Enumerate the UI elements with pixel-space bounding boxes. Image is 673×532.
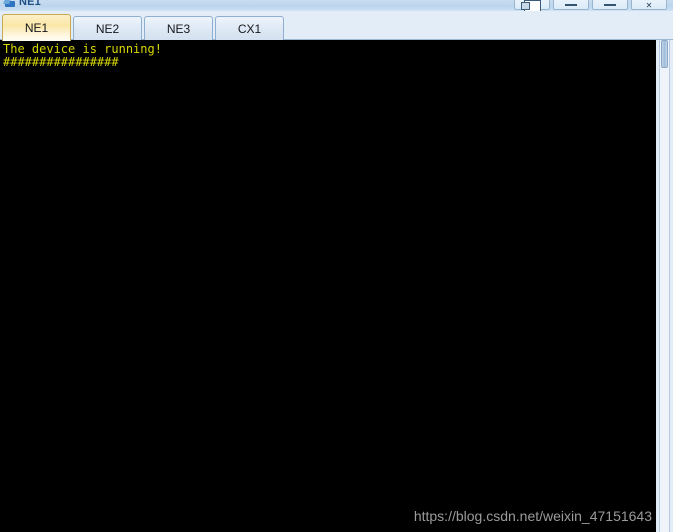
tab-cx1[interactable]: CX1 (215, 16, 284, 41)
panel-right-edge (656, 11, 673, 40)
tab-list: NE1 NE2 NE3 CX1 (2, 14, 284, 41)
console-output: The device is running! ################ (3, 43, 162, 69)
title-bar: NE1 ✕ (0, 0, 673, 11)
console-line: ################ (3, 55, 119, 69)
tab-label: NE1 (24, 21, 49, 35)
tab-label: NE3 (166, 22, 191, 36)
tab-ne1[interactable]: NE1 (2, 14, 71, 41)
close-icon: ✕ (645, 1, 653, 10)
application-window: NE1 ✕ NE1 NE2 NE3 CX1 The device is runn… (0, 0, 673, 532)
maximize-button[interactable] (592, 0, 628, 10)
watermark-text: https://blog.csdn.net/weixin_47151643 (413, 508, 652, 524)
window-controls: ✕ (514, 0, 667, 11)
restore-button[interactable] (514, 0, 550, 11)
tab-ne2[interactable]: NE2 (73, 16, 142, 41)
tab-label: NE2 (95, 22, 120, 36)
window-title: NE1 (19, 0, 41, 8)
tab-label: CX1 (237, 22, 262, 36)
tab-ne3[interactable]: NE3 (144, 16, 213, 41)
network-element-icon (3, 0, 17, 9)
vertical-scrollbar[interactable] (659, 40, 670, 532)
close-button[interactable]: ✕ (631, 0, 667, 10)
terminal-console[interactable]: The device is running! ################ h… (0, 40, 656, 532)
minimize-button[interactable] (553, 0, 589, 10)
scrollbar-thumb[interactable] (661, 40, 668, 68)
tab-strip: NE1 NE2 NE3 CX1 (0, 11, 673, 41)
